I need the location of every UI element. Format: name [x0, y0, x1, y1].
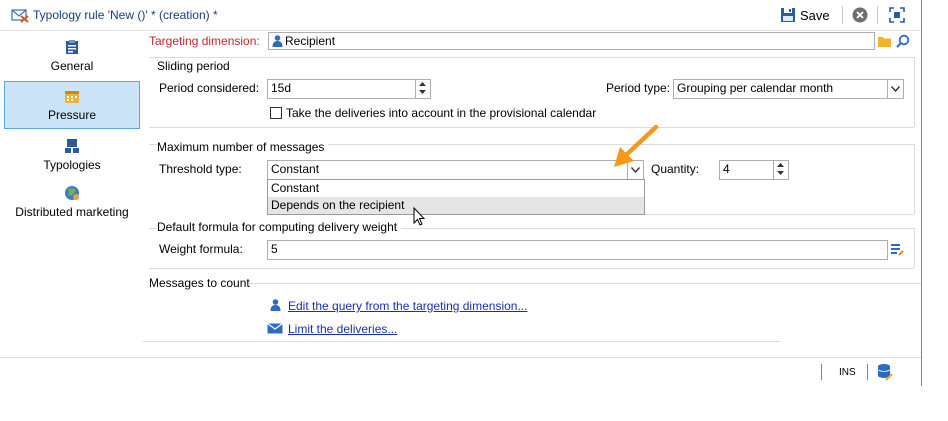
title-bar: Typology rule 'New ()' * (creation) * Sa…	[0, 0, 921, 31]
threshold-option-constant[interactable]: Constant	[268, 180, 644, 197]
status-separator	[867, 364, 868, 380]
calendar-icon	[65, 91, 79, 103]
period-considered-label: Period considered:	[159, 81, 260, 95]
mouse-cursor-icon	[413, 207, 425, 226]
recipient-icon	[270, 299, 281, 311]
clipboard-icon	[66, 40, 78, 54]
maximize-icon[interactable]	[888, 6, 906, 24]
edit-query-link[interactable]: Edit the query from the targeting dimens…	[288, 299, 527, 313]
limit-deliveries-link[interactable]: Limit the deliveries...	[288, 322, 397, 336]
sidebar-item-general[interactable]: General	[4, 39, 140, 79]
period-spinner[interactable]	[415, 80, 429, 98]
max-messages-title: Maximum number of messages	[157, 140, 329, 154]
threshold-type-value: Constant	[271, 162, 320, 176]
period-type-value: Grouping per calendar month	[677, 81, 834, 95]
weight-formula-input[interactable]: 5	[267, 240, 888, 260]
database-icon	[877, 364, 893, 381]
provisional-calendar-label: Take the deliveries into account in the …	[286, 106, 597, 120]
targeting-dimension-label: Targeting dimension:	[149, 34, 260, 48]
threshold-type-label: Threshold type:	[159, 162, 242, 176]
quantity-value: 4	[723, 162, 730, 176]
sidebar-item-label: General	[50, 59, 94, 73]
envelope-icon	[267, 323, 283, 334]
sidebar-item-distributed-marketing[interactable]: Distributed marketing	[4, 185, 140, 225]
spin-down-icon[interactable]	[774, 169, 787, 177]
quantity-spinner[interactable]	[773, 161, 787, 179]
group-bottom-line	[645, 214, 914, 215]
group-right-line	[914, 57, 915, 127]
close-icon[interactable]	[852, 7, 868, 23]
save-button-label: Save	[800, 7, 830, 23]
spin-up-icon[interactable]	[416, 80, 429, 88]
spin-up-icon[interactable]	[774, 161, 787, 169]
sidebar-item-label: Typologies	[43, 158, 101, 172]
messages-to-count-title: Messages to count	[149, 276, 250, 290]
period-type-label: Period type:	[606, 81, 671, 95]
folder-icon[interactable]	[878, 35, 891, 47]
group-bottom-line	[149, 268, 914, 269]
sidebar-item-label: Distributed marketing	[15, 205, 129, 219]
targeting-dimension-field[interactable]: Recipient	[268, 32, 875, 50]
typologies-icon	[65, 139, 79, 153]
floppy-disk-icon	[781, 8, 795, 22]
globe-icon	[65, 186, 79, 200]
threshold-type-select[interactable]: Constant	[267, 160, 644, 180]
period-considered-value: 15d	[271, 81, 292, 95]
group-bottom-line	[149, 127, 914, 128]
section-line	[249, 283, 921, 284]
chevron-down-icon	[891, 86, 900, 92]
targeting-dimension-value: Recipient	[285, 34, 336, 48]
sidebar-item-pressure[interactable]: Pressure	[4, 81, 140, 129]
recipient-icon	[272, 35, 283, 47]
group-right-line	[914, 228, 915, 268]
status-separator	[821, 364, 822, 380]
pressure-panel: Targeting dimension: Recipient Sliding p…	[143, 31, 921, 357]
provisional-calendar-checkbox[interactable]	[270, 107, 282, 119]
save-button[interactable]: Save	[780, 5, 830, 25]
annotation-arrow-icon	[614, 124, 659, 167]
sidebar-item-label: Pressure	[47, 108, 97, 122]
group-right-line	[914, 144, 915, 214]
expression-editor-icon[interactable]	[891, 243, 904, 256]
sidebar: General Pressure Typologies Distributed …	[0, 31, 143, 357]
period-considered-input[interactable]: 15d	[267, 79, 431, 99]
group-top-line	[149, 57, 914, 58]
window-title: Typology rule 'New ()' * (creation) *	[33, 8, 218, 22]
period-type-select[interactable]: Grouping per calendar month	[673, 79, 904, 99]
status-bar: INS	[0, 357, 921, 386]
typology-rule-icon	[11, 9, 29, 23]
toolbar-separator	[842, 6, 843, 24]
period-type-dropdown-button[interactable]	[887, 80, 903, 98]
spin-down-icon[interactable]	[416, 88, 429, 96]
typology-rule-window: Typology rule 'New ()' * (creation) * Sa…	[0, 0, 922, 386]
weight-formula-label: Weight formula:	[159, 242, 243, 256]
threshold-option-depends-on-recipient[interactable]: Depends on the recipient	[268, 197, 644, 214]
insert-mode-indicator: INS	[839, 367, 856, 378]
section-bottom-line	[143, 341, 781, 342]
weight-formula-value: 5	[271, 242, 278, 256]
sliding-period-title: Sliding period	[157, 59, 230, 73]
toolbar-separator	[877, 6, 878, 24]
threshold-type-options: Constant Depends on the recipient	[267, 179, 645, 215]
sidebar-item-typologies[interactable]: Typologies	[4, 138, 140, 178]
weight-formula-title: Default formula for computing delivery w…	[157, 220, 402, 234]
search-icon[interactable]	[896, 34, 910, 48]
